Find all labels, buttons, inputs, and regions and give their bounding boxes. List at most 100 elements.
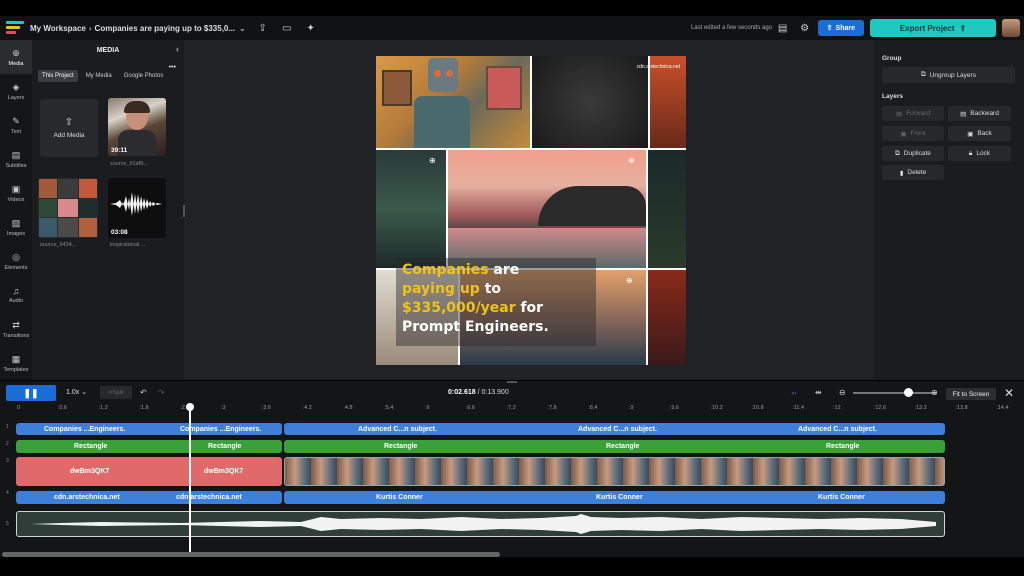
- clip-label: Kurtis Conner: [376, 494, 423, 501]
- clip-label: Rectangle: [208, 443, 242, 450]
- zoom-in-icon[interactable]: ⊕: [429, 156, 436, 165]
- image-source-text: cdn.arstechnica.net: [636, 64, 680, 70]
- front-button[interactable]: ▣ Front: [882, 126, 944, 141]
- credit-text-clip[interactable]: Kurtis Conner: [804, 491, 944, 504]
- zoom-in-icon[interactable]: ⊕: [626, 276, 633, 285]
- lock-icon: 🔒︎: [968, 149, 973, 157]
- audio-clip[interactable]: [16, 511, 945, 537]
- add-media-button[interactable]: ⇧ Add Media: [40, 99, 98, 157]
- comment-icon[interactable]: ▤: [776, 21, 790, 35]
- upload-icon[interactable]: ⇪: [256, 21, 270, 35]
- timecode: 0:02.618 / 0:13.900: [448, 389, 509, 396]
- zoom-slider[interactable]: [853, 392, 937, 394]
- sidebar-item-templates[interactable]: ▦ Templates: [0, 346, 32, 380]
- clip-label: dwBm3QK7: [204, 468, 244, 475]
- rectangle-clip[interactable]: Rectangle: [602, 440, 802, 453]
- media-thumb-video[interactable]: 39:11: [108, 98, 166, 156]
- pause-icon: ❚❚: [23, 387, 39, 398]
- timeline-ruler[interactable]: 0:0.6:1.2:1.8:2.4:3:3.6:4.2:4.8:5.4:6:6.…: [0, 403, 1024, 413]
- media-thumb-image[interactable]: [38, 178, 98, 238]
- panel-resize-handle[interactable]: [183, 205, 185, 217]
- speed-selector[interactable]: 1.0x ⌄: [66, 388, 87, 396]
- app-logo[interactable]: [6, 21, 24, 35]
- rectangle-clip[interactable]: Rectangle: [196, 440, 282, 453]
- ruler-tick-label: :7.2: [506, 405, 516, 411]
- redo-icon[interactable]: ↷: [158, 388, 165, 397]
- ruler-tick-label: :4.8: [343, 405, 353, 411]
- ruler-tick-label: :4.2: [302, 405, 312, 411]
- media-caption: source_6434...: [40, 242, 77, 248]
- sidebar-item-layers[interactable]: ◈ Layers: [0, 74, 32, 108]
- duplicate-button[interactable]: ⧉ Duplicate: [882, 146, 944, 161]
- sidebar-item-elements[interactable]: ◎ Elements: [0, 244, 32, 278]
- chevron-down-icon[interactable]: ⌄: [239, 24, 246, 33]
- rectangle-clip[interactable]: Rectangle: [822, 440, 942, 453]
- clip-label: Rectangle: [384, 443, 418, 450]
- tab-my-media[interactable]: My Media: [82, 70, 116, 82]
- fit-to-screen-button[interactable]: Fit to Screen: [946, 388, 996, 400]
- back-button[interactable]: ▣ Back: [948, 126, 1011, 141]
- upload-icon: ⇧: [64, 117, 74, 128]
- sidebar-item-subtitles[interactable]: ▤ Subtitles: [0, 142, 32, 176]
- video-clip[interactable]: dwBm3QK7: [180, 457, 282, 486]
- delete-button[interactable]: ▮ Delete: [882, 165, 944, 180]
- video-filmstrip-clip[interactable]: [284, 457, 945, 486]
- workspace-link[interactable]: My Workspace: [30, 24, 86, 33]
- duplicate-icon: ⧉: [895, 149, 900, 157]
- clip-label: Companies ...Engineers.: [180, 425, 262, 433]
- clip-label: Kurtis Conner: [818, 494, 865, 501]
- lock-button[interactable]: 🔒︎ Lock: [948, 146, 1011, 161]
- export-project-button[interactable]: Export Project ⇪: [870, 19, 996, 37]
- text-clip[interactable]: Companies ...Engineers.: [178, 423, 282, 435]
- sidebar-item-text[interactable]: ✎ Text: [0, 108, 32, 142]
- more-options-icon[interactable]: •••: [169, 64, 176, 71]
- split-button[interactable]: ✂ Split: [100, 386, 132, 399]
- sidebar-item-audio[interactable]: ♫ Audio: [0, 278, 32, 312]
- gear-icon[interactable]: ⚙: [798, 21, 812, 35]
- current-time: 0:02.618: [448, 389, 476, 396]
- collapse-panel-icon[interactable]: ‹: [176, 44, 179, 54]
- breadcrumb-separator-icon: ›: [88, 23, 92, 33]
- forward-label: Forward: [906, 110, 930, 117]
- undo-icon[interactable]: ↶: [140, 388, 147, 397]
- tab-google-photos[interactable]: Google Photos: [120, 70, 168, 82]
- clip-label: Advanced C...n subject.: [798, 425, 877, 433]
- backward-label: Backward: [970, 110, 999, 117]
- project-title[interactable]: Companies are paying up to $335,0...: [95, 24, 236, 33]
- share-button[interactable]: ⇧ Share: [817, 20, 864, 36]
- zoom-out-icon[interactable]: ⊖: [839, 388, 846, 397]
- playhead-handle[interactable]: [186, 403, 194, 411]
- timeline-resize-handle[interactable]: [507, 381, 517, 383]
- magic-icon[interactable]: ✦: [304, 21, 318, 35]
- zoom-slider-handle[interactable]: [904, 388, 913, 397]
- close-icon[interactable]: ✕: [1004, 386, 1014, 400]
- sidebar-item-media[interactable]: ⊕ Media: [0, 40, 32, 74]
- ruler-tick-label: :13.8: [955, 405, 968, 411]
- split-view-icon[interactable]: ⇔: [790, 388, 798, 397]
- sidebar-item-videos[interactable]: ▣ Videos: [0, 176, 32, 210]
- ruler-tick-label: :1.2: [98, 405, 108, 411]
- tab-this-project[interactable]: This Project: [38, 70, 78, 82]
- canvas-caption[interactable]: Companies are paying up to $335,000/year…: [402, 261, 602, 337]
- track-number: 4: [6, 490, 9, 496]
- canvas-artwork[interactable]: cdn.arstechnica.net ⊕ ⊕ ⊕ Companies are …: [376, 56, 686, 365]
- media-panel: MEDIA ‹ ••• This Project My Media Google…: [32, 40, 184, 380]
- ungroup-layers-button[interactable]: ⧉ Ungroup Layers: [882, 67, 1015, 83]
- ruler-tick-label: :12: [833, 405, 841, 411]
- zoom-in-icon[interactable]: ⊕: [628, 156, 635, 165]
- forward-button[interactable]: ▤ Forward: [882, 106, 944, 121]
- pause-button[interactable]: ❚❚: [6, 385, 56, 401]
- zoom-in-icon[interactable]: ⊕: [931, 388, 938, 397]
- playhead[interactable]: [189, 405, 191, 553]
- fit-width-icon[interactable]: ⇹: [815, 388, 822, 397]
- top-bar: My Workspace › Companies are paying up to …: [0, 16, 1024, 40]
- track-number: 1: [6, 424, 9, 430]
- media-thumb-audio[interactable]: 03:08: [108, 178, 166, 238]
- sidebar-item-transitions[interactable]: ⇄ Transitions: [0, 312, 32, 346]
- sidebar-item-images[interactable]: ▨ Images: [0, 210, 32, 244]
- backward-button[interactable]: ▤ Backward: [948, 106, 1011, 121]
- text-clip[interactable]: Advanced C...n subject.: [780, 423, 945, 435]
- add-media-label: Add Media: [53, 132, 85, 139]
- resize-icon[interactable]: ▭: [280, 21, 294, 35]
- avatar[interactable]: [1002, 19, 1020, 37]
